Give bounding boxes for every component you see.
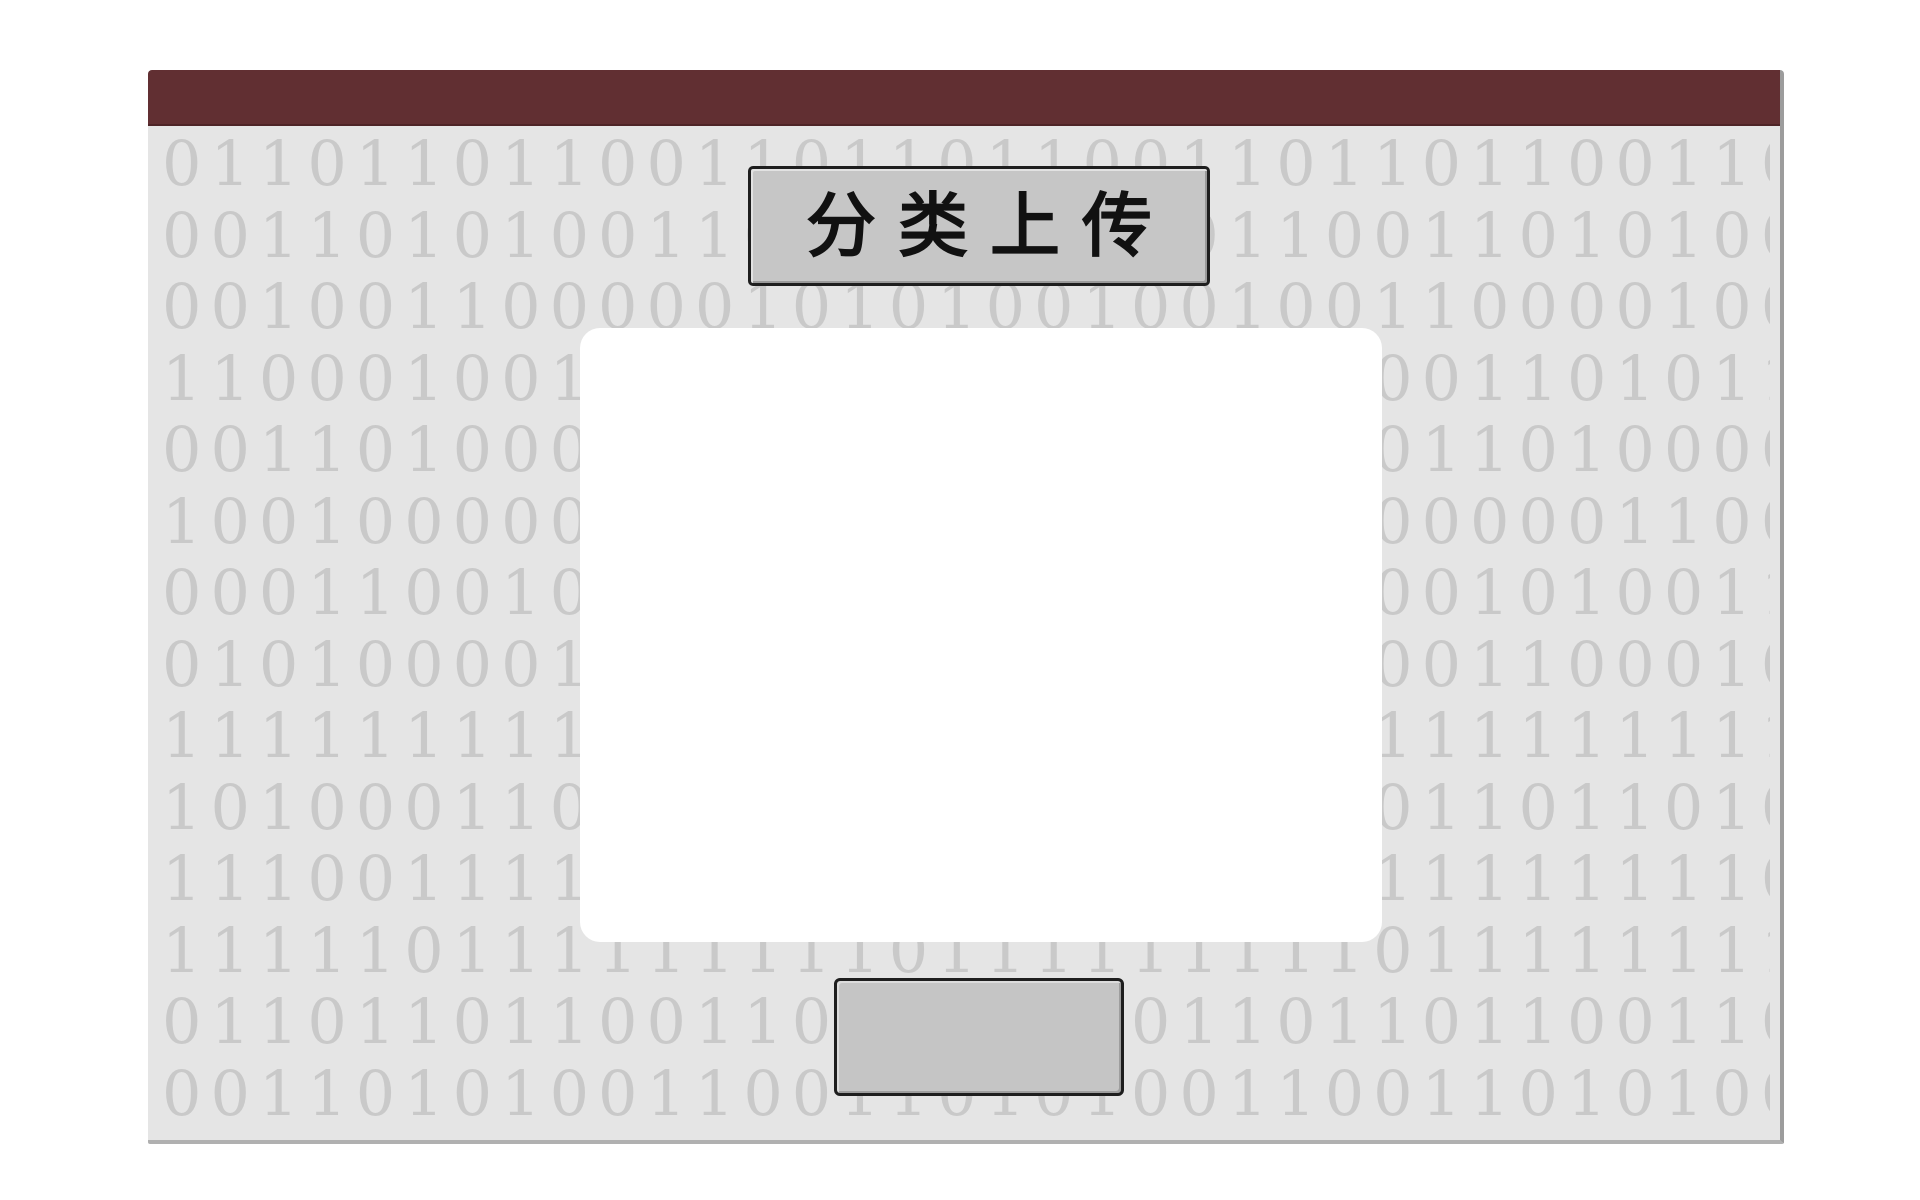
title-bar[interactable]	[148, 70, 1780, 126]
upload-drop-area[interactable]	[580, 328, 1382, 942]
confirm-button[interactable]	[834, 978, 1124, 1096]
upload-window: 0110110110011011011001101101100110110110…	[148, 70, 1784, 1144]
category-upload-button[interactable]: 分类上传	[748, 166, 1210, 286]
category-upload-label: 分类上传	[806, 185, 1174, 267]
